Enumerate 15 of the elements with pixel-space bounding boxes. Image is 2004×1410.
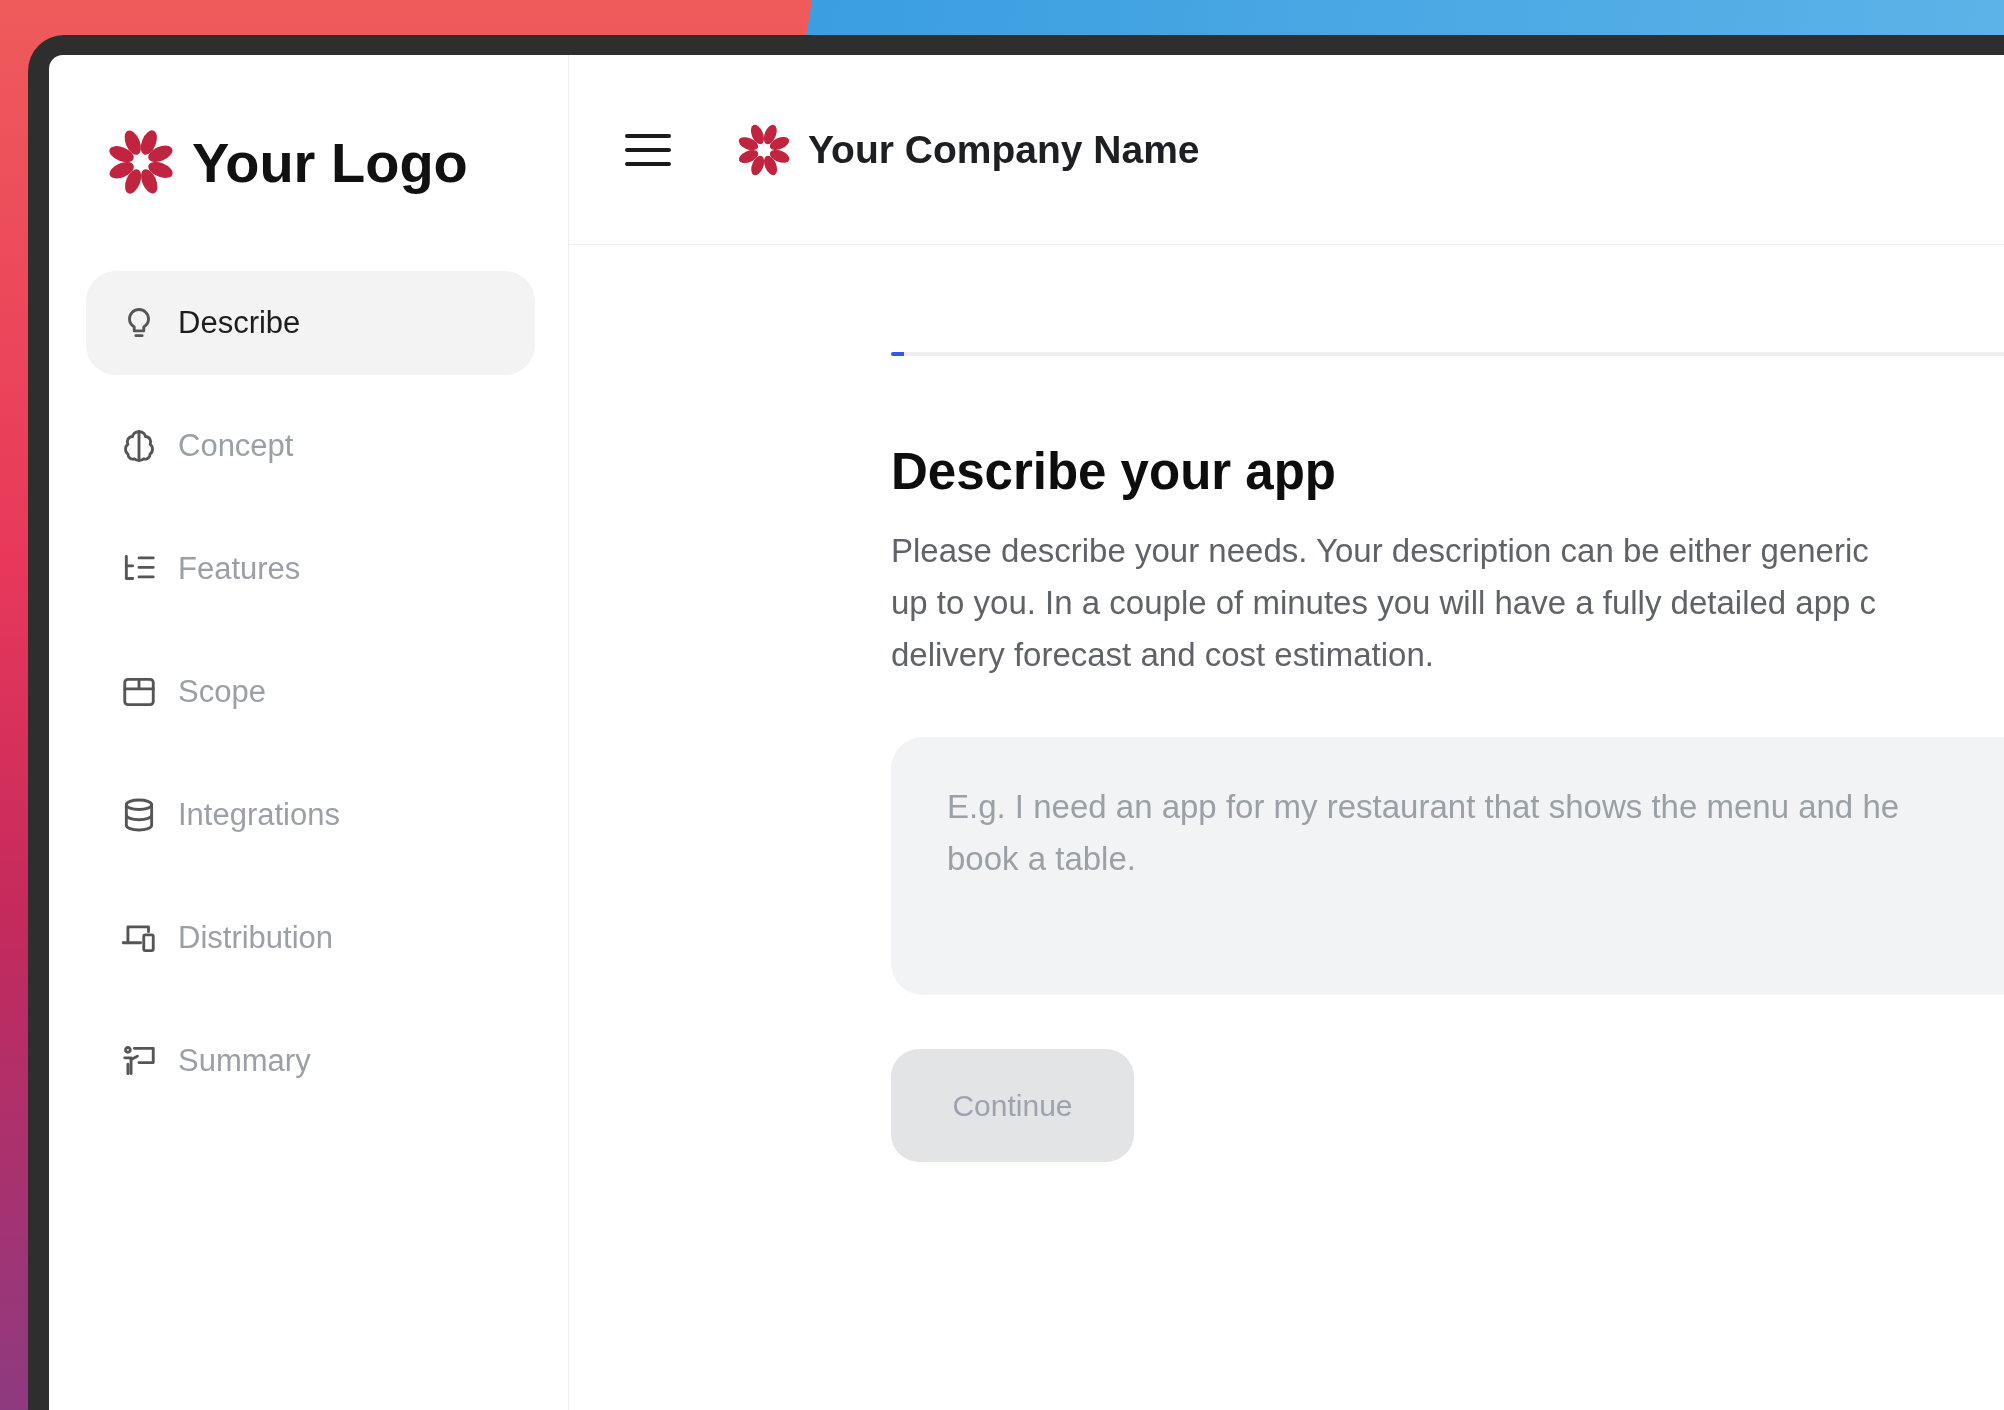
logo-text: Your Logo <box>192 129 468 195</box>
page-title: Describe your app <box>891 442 1336 501</box>
description-field[interactable]: E.g. I need an app for my restaurant that shows the menu and he book a table. <box>891 737 2004 995</box>
nav-item[interactable]: Describe <box>86 271 535 375</box>
menu-button[interactable] <box>624 131 672 168</box>
company-name: Your Company Name <box>808 127 1200 172</box>
nav-item[interactable]: Concept <box>86 394 535 498</box>
menu-icon <box>624 131 672 168</box>
description-text: Please describe your needs. Your description can be either generic up to you. In a couple of minutes you will have a fully detailed app c delivery forecast and cost estimation. <box>891 531 1877 675</box>
logo-icon <box>106 127 176 197</box>
nav-item[interactable]: Scope <box>86 640 535 744</box>
nav-item[interactable]: Integrations <box>86 763 535 867</box>
nav-item[interactable]: Features <box>86 517 535 621</box>
nav-item[interactable]: Distribution <box>86 886 535 990</box>
nav-item[interactable]: Summary <box>86 1009 535 1113</box>
